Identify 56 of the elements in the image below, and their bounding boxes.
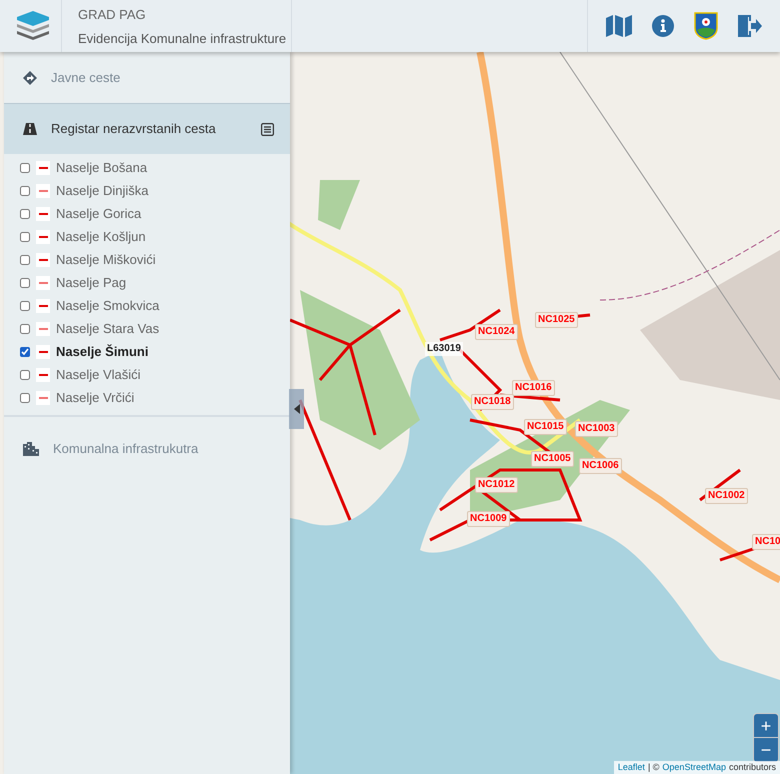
layer-checkbox[interactable] (20, 232, 30, 242)
layer-checkbox[interactable] (20, 324, 30, 334)
layer-checkbox[interactable] (20, 392, 30, 402)
layer-label[interactable]: Naselje Miškovići (56, 250, 156, 270)
app-title: GRAD PAG (78, 6, 147, 24)
layer-label[interactable]: Naselje Vrčići (56, 388, 134, 408)
road-label[interactable]: NC1025 (535, 312, 578, 328)
road-label[interactable]: NC1006 (579, 458, 622, 474)
layer-label[interactable]: Naselje Smokvica (56, 296, 160, 316)
info-icon[interactable] (652, 15, 674, 37)
road-label[interactable]: NC1003 (575, 421, 618, 437)
layer-label[interactable]: Naselje Bošana (56, 158, 148, 178)
layer-label[interactable]: Naselje Košljun (56, 226, 146, 246)
road-label[interactable]: NC1002 (705, 488, 748, 504)
road-label[interactable]: NC1016 (512, 380, 555, 396)
road-sign-icon (23, 70, 37, 84)
layer-checkbox[interactable] (20, 370, 30, 380)
layer-checkbox[interactable] (20, 208, 30, 218)
layer-label[interactable]: Naselje Pag (56, 272, 126, 292)
coat-of-arms-icon[interactable] (694, 12, 718, 40)
road-label[interactable]: NC1015 (524, 419, 567, 435)
map-icon[interactable] (606, 15, 632, 37)
sidebar-section[interactable]: Komunalna infrastrukutra (4, 423, 290, 474)
logout-icon[interactable] (738, 15, 762, 37)
zoom-out-button[interactable]: − (754, 738, 778, 762)
sidebar-section[interactable]: Registar nerazvrstanih cesta (4, 103, 290, 154)
road-label[interactable]: NC1012 (475, 477, 518, 493)
list-icon[interactable] (261, 122, 274, 136)
road-label[interactable]: NC1005 (531, 451, 574, 467)
layer-checkbox[interactable] (20, 346, 30, 356)
road-label[interactable]: NC10 (752, 534, 780, 550)
road-label[interactable]: NC1018 (471, 394, 514, 410)
layer-checkbox[interactable] (20, 162, 30, 172)
leaflet-link[interactable]: Leaflet (618, 761, 645, 774)
openstreetmap-link[interactable]: OpenStreetMap (662, 761, 726, 774)
layer-checkbox[interactable] (20, 278, 30, 288)
road-label[interactable]: NC1024 (475, 324, 518, 340)
contributors-text: contributors (728, 761, 776, 774)
layer-checkbox[interactable] (20, 254, 30, 264)
layers-logo-icon (14, 11, 50, 41)
road-label[interactable]: L63019 (425, 342, 463, 356)
buildings-icon (23, 442, 39, 456)
layer-checkbox[interactable] (20, 300, 30, 310)
collapse-handle[interactable] (289, 389, 304, 429)
road-icon (23, 123, 37, 135)
layer-label[interactable]: Naselje Stara Vas (56, 318, 160, 338)
app-subtitle: Evidencija Komunalne infrastrukture (78, 30, 288, 48)
layer-checkbox[interactable] (20, 186, 30, 196)
road-label[interactable]: NC1009 (467, 511, 510, 527)
zoom-in-button[interactable]: + (754, 714, 778, 738)
sidebar-section[interactable]: Javne ceste (4, 52, 290, 103)
layer-label[interactable]: Naselje Gorica (56, 204, 142, 224)
layer-label[interactable]: Naselje Dinjiška (56, 180, 148, 200)
layer-label[interactable]: Naselje Vlašići (56, 364, 141, 384)
copyright-text: | © (648, 761, 660, 774)
layer-label[interactable]: Naselje Šimuni (56, 342, 148, 362)
